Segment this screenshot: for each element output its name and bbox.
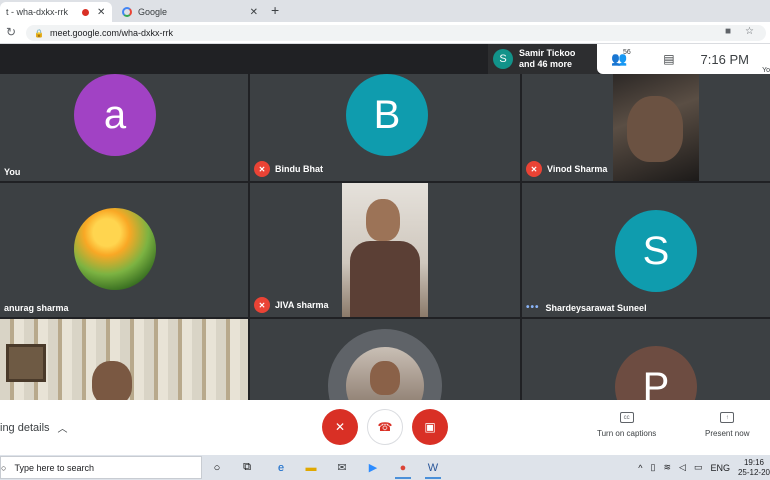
participant-tile-bindu[interactable]: B ✕ Bindu Bhat	[250, 74, 520, 181]
chrome-icon[interactable]: ●	[394, 459, 412, 479]
tab-title: Google	[138, 7, 168, 17]
tab-title: t - wha-dxkx-rrk	[6, 7, 69, 17]
url-field[interactable]: 🔒 meet.google.com/wha-dxkx-rrk ■ ☆	[26, 25, 766, 41]
edge-icon[interactable]: e	[272, 459, 290, 476]
battery-icon[interactable]: ▭	[694, 462, 703, 473]
participant-name: You	[4, 167, 21, 177]
url-text: meet.google.com/wha-dxkx-rrk	[49, 28, 174, 38]
participant-name: ✕ JIVA sharma	[254, 297, 329, 313]
participants-summary[interactable]: S Samir Tickoo and 46 more	[488, 44, 598, 74]
taskbar-clock[interactable]: 19:16 25-12-20	[738, 458, 770, 478]
mic-off-icon: ✕	[334, 420, 346, 434]
zoom-icon[interactable]: ▶	[364, 459, 382, 476]
camera-icon[interactable]: ■	[725, 26, 731, 37]
volume-icon[interactable]: ◁	[679, 462, 686, 473]
chevron-up-icon: ︿	[57, 424, 68, 435]
participant-tile-anurag[interactable]: anurag sharma	[0, 183, 248, 317]
wifi-icon[interactable]: ≋	[663, 462, 671, 473]
taskbar-search[interactable]: ○ Type here to search	[0, 456, 202, 479]
mic-off-icon: ✕	[254, 297, 270, 313]
phone-hangup-icon: ☎	[377, 420, 393, 434]
captions-icon: cc	[619, 412, 634, 423]
participant-tile-video[interactable]	[0, 319, 248, 400]
avatar: B	[346, 74, 428, 156]
bookmark-star-icon[interactable]: ☆	[745, 26, 754, 37]
captions-button[interactable]: cc Turn on captions	[597, 412, 656, 438]
participant-video	[342, 183, 428, 317]
participant-tile-p[interactable]: P	[522, 319, 770, 400]
new-tab-button[interactable]: +	[271, 2, 279, 18]
participant-name: ✕ Bindu Bhat	[254, 161, 323, 177]
top-right-panel: 👥 56 ▤ 7:16 PM Yo	[597, 44, 770, 74]
tab-meet[interactable]: t - wha-dxkx-rrk ✕	[0, 2, 112, 22]
participant-name: anurag sharma	[4, 303, 69, 313]
google-logo-icon	[122, 7, 132, 17]
speaking-indicator-icon: •••	[526, 302, 540, 313]
tab-google[interactable]: Google ✕	[116, 2, 264, 22]
participant-tile-shardey[interactable]: S ••• Shardeysarawat Suneel	[522, 183, 770, 317]
camera-toggle-button[interactable]: ▣	[412, 409, 448, 445]
participant-video	[613, 74, 699, 181]
face-image	[366, 199, 400, 241]
browser-tab-strip: t - wha-dxkx-rrk ✕ Google ✕ +	[0, 0, 770, 22]
task-view-icon[interactable]: ⧉	[238, 459, 256, 476]
lock-icon: 🔒	[34, 28, 44, 38]
avatar: S	[493, 49, 513, 69]
meeting-clock: 7:16 PM	[700, 51, 749, 67]
avatar: a	[74, 74, 156, 156]
avatar: P	[615, 346, 697, 400]
you-label: Yo	[762, 67, 770, 74]
wall-frame-image	[6, 344, 46, 382]
chevron-up-icon[interactable]: ^	[638, 463, 642, 473]
flower-avatar-image	[74, 208, 156, 290]
present-now-button[interactable]: ↑ Present now	[705, 412, 749, 438]
participant-name: ✕ Vinod Sharma	[526, 161, 607, 177]
word-icon[interactable]: W	[424, 459, 442, 479]
people-count: 56	[623, 49, 631, 56]
participant-name: ••• Shardeysarawat Suneel	[526, 302, 647, 313]
language-indicator[interactable]: ENG	[710, 463, 730, 473]
mail-icon[interactable]: ✉	[333, 459, 351, 476]
search-icon: ○	[1, 462, 7, 473]
camera-off-icon: ▣	[424, 420, 436, 434]
summary-more: and 46 more	[519, 59, 573, 69]
participant-tile-you[interactable]: a You	[0, 74, 248, 181]
mic-toggle-button[interactable]: ✕	[322, 409, 358, 445]
leave-call-button[interactable]: ☎	[367, 409, 403, 445]
reload-icon[interactable]: ↻	[6, 25, 16, 39]
participant-tile-center[interactable]	[250, 319, 520, 400]
participant-tile-jiva[interactable]: ✕ JIVA sharma	[250, 183, 520, 317]
body-image	[350, 241, 420, 317]
file-explorer-icon[interactable]: ▬	[302, 459, 320, 476]
summary-name: Samir Tickoo	[519, 48, 576, 58]
mic-off-icon: ✕	[254, 161, 270, 177]
battery-saver-icon[interactable]: ▯	[651, 462, 656, 473]
people-icon[interactable]: 👥 56	[611, 49, 631, 67]
meeting-controls-bar: ing details ︿ ✕ ☎ ▣ cc Turn on captions …	[0, 400, 770, 455]
recording-dot-icon	[82, 8, 90, 16]
face-image	[627, 96, 683, 162]
windows-taskbar: ○ Type here to search ○ ⧉ e ▬ ✉ ▶ ● W ^ …	[0, 455, 770, 480]
present-icon: ↑	[720, 412, 735, 423]
meeting-stage: a You B ✕ Bindu Bhat ✕ Vinod Sharma anur…	[0, 44, 770, 400]
address-bar: ↻ 🔒 meet.google.com/wha-dxkx-rrk ■ ☆	[0, 22, 770, 44]
close-tab-icon[interactable]: ✕	[97, 7, 105, 18]
participant-tile-vinod[interactable]: ✕ Vinod Sharma	[522, 74, 770, 181]
meeting-details-button[interactable]: ing details ︿	[0, 420, 68, 436]
face-image	[92, 361, 132, 400]
system-tray: ^ ▯ ≋ ◁ ▭ ENG 19:16 25-12-20	[638, 455, 770, 480]
cortana-icon[interactable]: ○	[208, 459, 226, 476]
chat-icon[interactable]: ▤	[663, 52, 674, 66]
mic-off-icon: ✕	[526, 161, 542, 177]
avatar: S	[615, 210, 697, 292]
close-tab-icon[interactable]: ✕	[250, 7, 258, 18]
face-image	[370, 361, 400, 395]
